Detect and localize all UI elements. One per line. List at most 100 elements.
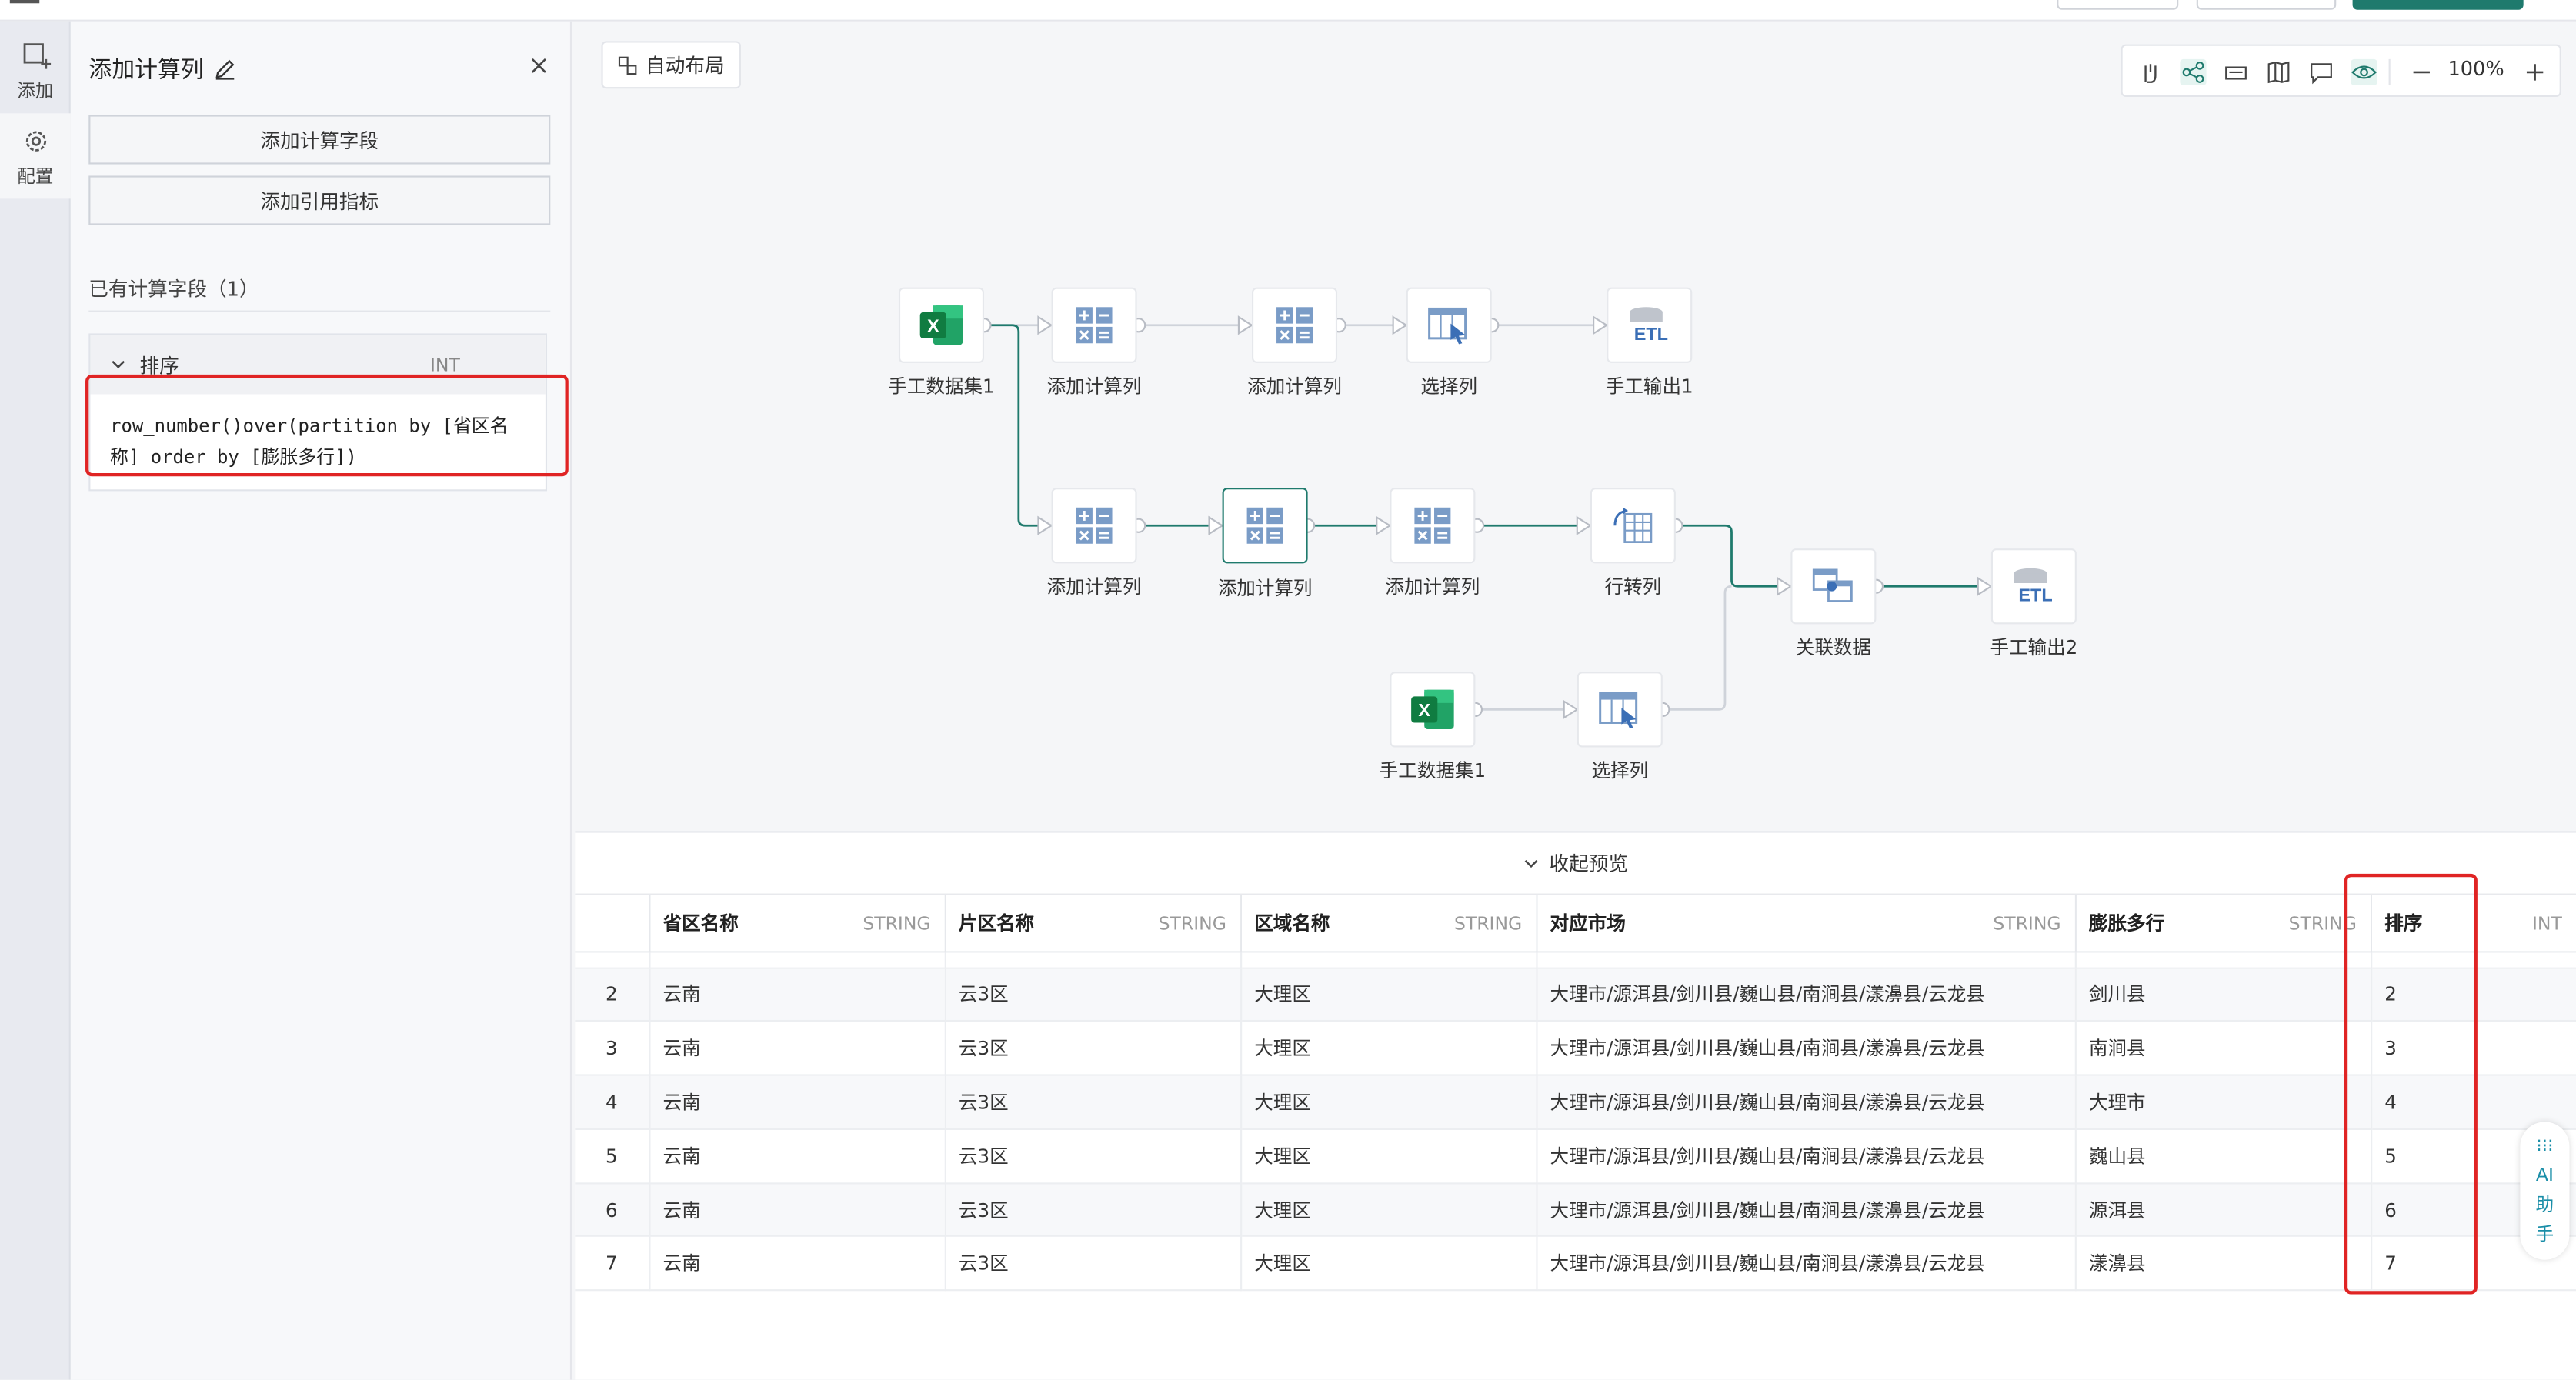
table-cell[interactable]: 云南 xyxy=(649,1075,946,1130)
table-cell[interactable]: 大理市/源洱县/剑川县/巍山县/南涧县/漾濞县/云龙县 xyxy=(1536,1075,2076,1130)
node-manual-dataset-1[interactable]: X xyxy=(898,287,984,363)
table-cell[interactable]: 大理市 xyxy=(2074,1075,2372,1130)
node-manual-output-2[interactable]: ETL xyxy=(1990,548,2077,625)
table-cell[interactable]: 大理区 xyxy=(1240,967,1537,1022)
table-cell[interactable]: 大理区 xyxy=(1240,1236,1537,1292)
table-cell[interactable]: 大理区 xyxy=(1240,1182,1537,1238)
table-cell[interactable]: 云3区 xyxy=(944,1128,1242,1184)
node-label: 关联数据 xyxy=(1795,635,1871,659)
node-row-to-column[interactable] xyxy=(1590,488,1676,564)
table-row: 2 云南 云3区 大理区 大理市/源洱县/剑川县/巍山县/南涧县/漾濞县/云龙县 剑川县 2 xyxy=(575,967,2576,1022)
table-cell[interactable]: 云3区 xyxy=(944,1021,1242,1076)
table-cell[interactable]: 大理市/源洱县/剑川县/巍山县/南涧县/漾濞县/云龙县 xyxy=(1536,1236,2076,1292)
row-index-cell[interactable]: 5 xyxy=(575,1128,650,1184)
table-cell[interactable]: 大理区 xyxy=(1240,1075,1537,1130)
chevron-down-icon xyxy=(1524,858,1538,868)
node-label: 添加计算列 xyxy=(1046,374,1142,398)
column-header[interactable]: 区域名称 STRING xyxy=(1240,895,1537,952)
node-label: 手工输出1 xyxy=(1605,374,1693,398)
config-panel: 添加计算列 添加计算字段 添加引用指标 已有计算字段（1） 排序 INT row… xyxy=(70,21,572,1380)
rail-item-config[interactable]: 配置 xyxy=(0,113,71,199)
node-label: 添加计算列 xyxy=(1217,576,1313,600)
top-bar xyxy=(0,0,2576,22)
table-cell[interactable]: 云3区 xyxy=(944,967,1242,1022)
flow-canvas[interactable]: 自动布局 100% X 手工数据集1 添加计算列 添加计算列 选择列 ETL 手… xyxy=(572,21,2576,832)
table-cell[interactable]: 云南 xyxy=(649,1021,946,1076)
rail-item-add[interactable]: 添加 xyxy=(0,28,71,113)
column-type: STRING xyxy=(1993,913,2061,935)
node-join-data[interactable] xyxy=(1790,548,1877,625)
row-index-cell[interactable]: 2 xyxy=(575,967,650,1022)
column-header[interactable]: 省区名称 STRING xyxy=(649,895,946,952)
add-node-icon xyxy=(22,43,51,69)
rail-item-label: 添加 xyxy=(17,80,54,102)
collapse-preview-toggle[interactable]: 收起预览 xyxy=(575,833,2576,895)
node-select-columns-b[interactable] xyxy=(1577,672,1663,748)
table-cell[interactable]: 源洱县 xyxy=(2074,1182,2372,1238)
panel-title-text: 添加计算列 xyxy=(88,57,204,84)
node-add-calc-column[interactable] xyxy=(1252,287,1338,363)
table-cell[interactable]: 大理区 xyxy=(1240,1128,1537,1184)
table-cell[interactable]: 云南 xyxy=(649,1182,946,1238)
column-header[interactable]: 对应市场 STRING xyxy=(1536,895,2076,952)
ai-assistant-icon: ⁝⁝⁝ xyxy=(2536,1135,2554,1157)
row-index-cell[interactable]: 6 xyxy=(575,1182,650,1238)
row-index-cell[interactable]: 3 xyxy=(575,1021,650,1076)
table-cell[interactable]: 大理市/源洱县/剑川县/巍山县/南涧县/漾濞县/云龙县 xyxy=(1536,967,2076,1022)
node-add-calc-column-selected[interactable] xyxy=(1222,488,1308,564)
calc-field-type: INT xyxy=(429,354,460,375)
column-name: 区域名称 xyxy=(1254,911,1330,935)
ai-assistant-button[interactable]: ⁝⁝⁝ AI 助 手 xyxy=(2520,1122,2570,1260)
table-cell[interactable]: 云3区 xyxy=(944,1075,1242,1130)
node-manual-dataset-1b[interactable]: X xyxy=(1390,672,1476,748)
table-cell[interactable]: 大理市/源洱县/剑川县/巍山县/南涧县/漾濞县/云龙县 xyxy=(1536,1128,2076,1184)
join-icon xyxy=(1812,568,1853,602)
table-row: 5 云南 云3区 大理区 大理市/源洱县/剑川县/巍山县/南涧县/漾濞县/云龙县 巍山县 5 xyxy=(575,1128,2576,1184)
table-cell[interactable]: 漾濞县 xyxy=(2074,1236,2372,1292)
column-type: STRING xyxy=(1453,913,1523,935)
node-select-columns[interactable] xyxy=(1406,287,1492,363)
app-root: 添加 配置 添加计算列 添加计算字段 添加引用指标 已有计算字段（1） 排序 I… xyxy=(0,0,2576,1380)
svg-text:ETL: ETL xyxy=(1634,324,1668,344)
svg-text:ETL: ETL xyxy=(2018,585,2052,605)
table-cell[interactable]: 大理市/源洱县/剑川县/巍山县/南涧县/漾濞县/云龙县 xyxy=(1536,1182,2076,1238)
rail-item-label: 配置 xyxy=(17,165,54,188)
top-button-2[interactable] xyxy=(2196,0,2337,10)
table-cell[interactable]: 云南 xyxy=(649,967,946,1022)
edit-icon[interactable] xyxy=(214,58,237,81)
table-cell[interactable]: 巍山县 xyxy=(2074,1128,2372,1184)
node-label: 手工输出2 xyxy=(1990,635,2078,659)
node-manual-output-1[interactable]: ETL xyxy=(1607,287,1693,363)
calculator-icon xyxy=(1276,307,1313,344)
table-cell[interactable]: 剑川县 xyxy=(2074,967,2372,1022)
table-cell[interactable]: 云3区 xyxy=(944,1236,1242,1292)
panel-title: 添加计算列 xyxy=(88,52,236,85)
table-cell[interactable]: 大理区 xyxy=(1240,1021,1537,1076)
top-button-1[interactable] xyxy=(2057,0,2179,10)
pivot-icon xyxy=(1613,507,1653,544)
table-cell[interactable]: 大理市/源洱县/剑川县/巍山县/南涧县/漾濞县/云龙县 xyxy=(1536,1021,2076,1076)
table-cell[interactable]: 云南 xyxy=(649,1128,946,1184)
menu-icon[interactable] xyxy=(9,0,40,4)
column-name: 膨胀多行 xyxy=(2088,911,2165,935)
table-row: 3 云南 云3区 大理区 大理市/源洱县/剑川县/巍山县/南涧县/漾濞县/云龙县 南涧县 3 xyxy=(575,1021,2576,1076)
node-add-calc-column[interactable] xyxy=(1051,488,1137,564)
save-button[interactable] xyxy=(2352,0,2524,10)
ai-assistant-label: 助 xyxy=(2535,1194,2554,1216)
row-index-cell[interactable]: 7 xyxy=(575,1236,650,1292)
node-add-calc-column[interactable] xyxy=(1051,287,1137,363)
node-label: 选择列 xyxy=(1591,758,1649,782)
node-add-calc-column[interactable] xyxy=(1390,488,1476,564)
column-header[interactable]: 片区名称 STRING xyxy=(944,895,1242,952)
ai-assistant-label: AI xyxy=(2535,1164,2554,1186)
row-index-cell[interactable]: 4 xyxy=(575,1075,650,1130)
table-cell[interactable]: 云南 xyxy=(649,1236,946,1292)
table-cell[interactable]: 南涧县 xyxy=(2074,1021,2372,1076)
column-header-index xyxy=(575,895,650,952)
add-ref-metric-button[interactable]: 添加引用指标 xyxy=(88,175,551,225)
column-header[interactable]: 膨胀多行 STRING xyxy=(2074,895,2372,952)
table-cell[interactable]: 云3区 xyxy=(944,1182,1242,1238)
close-icon[interactable] xyxy=(527,54,550,77)
add-calc-field-button[interactable]: 添加计算字段 xyxy=(88,115,551,165)
ai-assistant-label: 手 xyxy=(2535,1223,2554,1245)
